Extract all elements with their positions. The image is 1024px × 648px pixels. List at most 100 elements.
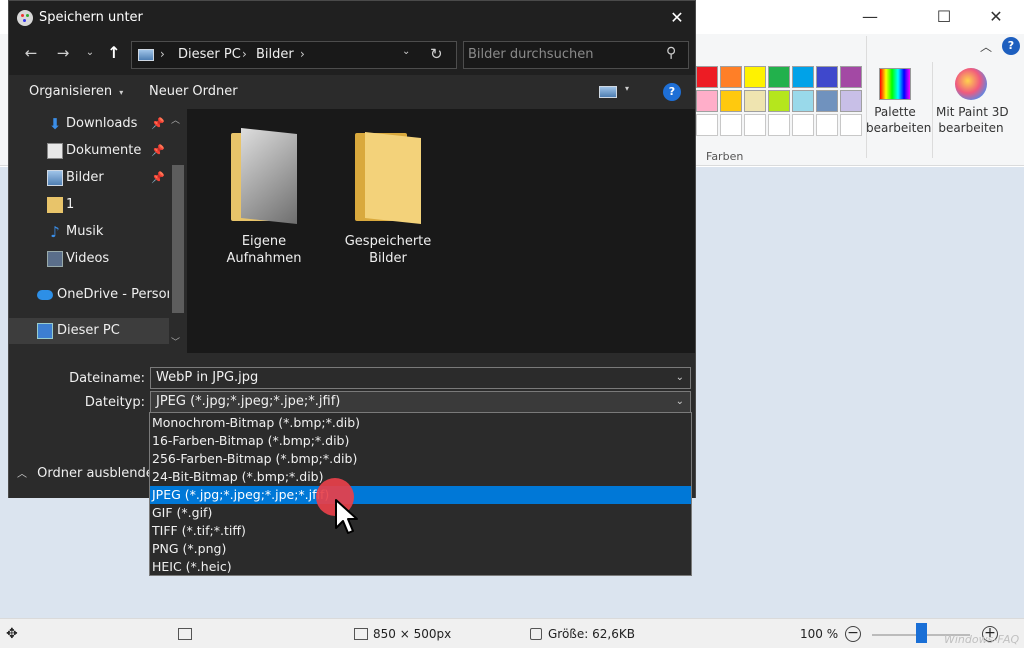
back-icon[interactable]: ← — [21, 44, 41, 62]
nav-scrollbar[interactable]: ︿ ﹀ — [169, 109, 186, 353]
paint3d-label: Mit Paint 3D bearbeiten — [936, 105, 1009, 135]
hide-folders-button[interactable]: ︿ Ordner ausblenden — [17, 465, 162, 481]
zoom-out-icon[interactable]: − — [845, 626, 861, 642]
custom-color-swatch[interactable] — [816, 114, 838, 136]
custom-color-swatch[interactable] — [720, 114, 742, 136]
pictures-location-icon — [138, 49, 154, 61]
sidebar-item[interactable]: 1 — [9, 192, 169, 218]
filetype-option[interactable]: 256-Farben-Bitmap (*.bmp;*.dib) — [150, 450, 691, 468]
collapse-ribbon-icon[interactable]: ︿ — [978, 38, 994, 55]
search-icon[interactable]: ⚲ — [666, 45, 676, 61]
address-dropdown-icon[interactable]: ⌄ — [402, 46, 410, 57]
filetype-value: JPEG (*.jpg;*.jpeg;*.jpe;*.jfif) — [156, 394, 341, 409]
breadcrumb-item[interactable]: Dieser PC — [178, 47, 241, 62]
sidebar-item-label: Dieser PC — [57, 323, 120, 338]
edit-colors-label: Palette bearbeiten — [866, 105, 932, 135]
color-swatch[interactable] — [816, 66, 838, 88]
folder-item[interactable]: Eigene Aufnahmen — [209, 128, 319, 267]
color-swatch[interactable] — [792, 90, 814, 112]
dialog-close-icon[interactable]: ✕ — [665, 7, 689, 29]
custom-color-swatch[interactable] — [840, 114, 862, 136]
filename-dropdown-icon[interactable]: ⌄ — [676, 368, 684, 388]
filetype-option[interactable]: 24-Bit-Bitmap (*.bmp;*.dib) — [150, 468, 691, 486]
edit-colors-button[interactable]: Palette bearbeiten — [866, 68, 932, 136]
zoom-level: 100 % — [800, 627, 839, 641]
filetype-option[interactable]: Monochrom-Bitmap (*.bmp;*.dib) — [150, 414, 691, 432]
sidebar-item[interactable]: Dokumente 📌 — [9, 138, 169, 164]
paint3d-button[interactable]: Mit Paint 3D bearbeiten — [936, 68, 1009, 136]
move-cursor-icon: ✥ — [6, 626, 18, 642]
filetype-option[interactable]: JPEG (*.jpg;*.jpeg;*.jpe;*.jfif) — [150, 486, 691, 504]
filetype-dropdown-icon[interactable]: ⌄ — [676, 392, 684, 412]
refresh-icon[interactable]: ↻ — [430, 45, 443, 63]
forward-icon[interactable]: → — [53, 44, 73, 62]
maximize-icon[interactable]: ☐ — [922, 4, 966, 30]
scroll-up-icon[interactable]: ︿ — [171, 113, 180, 126]
ribbon-separator-2 — [932, 62, 933, 158]
breadcrumb-item[interactable]: Bilder — [256, 47, 294, 62]
sidebar-item[interactable]: ♪ Musik — [9, 219, 169, 245]
filetype-option[interactable]: TIFF (*.tif;*.tiff) — [150, 522, 691, 540]
file-list: Eigene Aufnahmen Gespeicherte Bilder — [187, 109, 695, 353]
filename-field[interactable]: WebP in JPG.jpg ⌄ — [150, 367, 691, 389]
sidebar-item[interactable]: Dieser PC — [9, 318, 169, 344]
navigation-pane: ⬇ Downloads 📌 Dokumente 📌 Bilder 📌 1 ♪ Musik Video… — [9, 109, 187, 353]
color-swatch[interactable] — [744, 90, 766, 112]
custom-color-swatch[interactable] — [792, 114, 814, 136]
recent-locations-icon[interactable]: ⌄ — [83, 47, 97, 58]
colors-group-label: Farben — [706, 150, 744, 163]
filetype-option[interactable]: GIF (*.gif) — [150, 504, 691, 522]
scrollbar-thumb[interactable] — [172, 165, 184, 313]
dialog-help-icon[interactable]: ? — [663, 83, 681, 101]
color-swatch[interactable] — [696, 66, 718, 88]
pin-icon: 📌 — [151, 117, 165, 130]
pictures-icon — [47, 170, 63, 186]
address-bar[interactable]: › Dieser PC › Bilder › ⌄ ↻ — [131, 41, 457, 69]
screenshots-folder-icon — [229, 128, 299, 225]
color-swatch[interactable] — [816, 90, 838, 112]
custom-color-swatch[interactable] — [744, 114, 766, 136]
videos-icon — [47, 251, 63, 267]
close-icon[interactable]: ✕ — [974, 4, 1018, 30]
color-swatch[interactable] — [768, 66, 790, 88]
custom-color-swatch[interactable] — [768, 114, 790, 136]
color-swatch[interactable] — [840, 66, 862, 88]
scroll-down-icon[interactable]: ﹀ — [171, 335, 180, 348]
mouse-cursor-icon — [335, 499, 358, 534]
organize-label: Organisieren — [29, 84, 113, 99]
filetype-select[interactable]: JPEG (*.jpg;*.jpeg;*.jpe;*.jfif) ⌄ — [150, 391, 691, 413]
zoom-slider-thumb[interactable] — [916, 623, 927, 643]
color-swatch[interactable] — [720, 66, 742, 88]
color-swatch[interactable] — [792, 66, 814, 88]
dialog-title: Speichern unter — [39, 10, 143, 25]
color-swatch[interactable] — [744, 66, 766, 88]
sidebar-item[interactable]: Videos — [9, 246, 169, 272]
filetype-option[interactable]: PNG (*.png) — [150, 540, 691, 558]
new-folder-button[interactable]: Neuer Ordner — [149, 84, 238, 99]
custom-color-swatch[interactable] — [696, 114, 718, 136]
color-swatch[interactable] — [840, 90, 862, 112]
sidebar-item[interactable]: ⬇ Downloads 📌 — [9, 111, 169, 137]
filetype-label: Dateityp: — [84, 395, 145, 410]
collapse-icon: ︿ — [17, 469, 27, 480]
sidebar-item[interactable]: Bilder 📌 — [9, 165, 169, 191]
color-swatch[interactable] — [720, 90, 742, 112]
sidebar-item[interactable]: OneDrive - Person — [9, 282, 175, 308]
color-swatch[interactable] — [696, 90, 718, 112]
minimize-icon[interactable]: — — [848, 4, 892, 30]
search-input[interactable]: Bilder durchsuchen ⚲ — [463, 41, 689, 69]
up-icon[interactable]: ↑ — [105, 43, 123, 62]
color-swatch[interactable] — [768, 90, 790, 112]
filetype-option[interactable]: HEIC (*.heic) — [150, 558, 691, 576]
organize-button[interactable]: Organisieren ▾ — [29, 84, 123, 99]
pin-icon: 📌 — [151, 171, 165, 184]
folder-item[interactable]: Gespeicherte Bilder — [333, 129, 443, 267]
sidebar-item-label: Videos — [66, 251, 110, 266]
view-dropdown-icon[interactable]: ▾ — [625, 84, 629, 93]
filename-value: WebP in JPG.jpg — [156, 370, 259, 385]
filetype-option[interactable]: 16-Farben-Bitmap (*.bmp;*.dib) — [150, 432, 691, 450]
command-bar: Organisieren ▾ Neuer Ordner ▾ ? — [9, 75, 695, 109]
view-options-icon[interactable] — [599, 86, 617, 98]
help-icon[interactable]: ? — [1002, 37, 1020, 55]
onedrive-icon — [37, 290, 53, 300]
